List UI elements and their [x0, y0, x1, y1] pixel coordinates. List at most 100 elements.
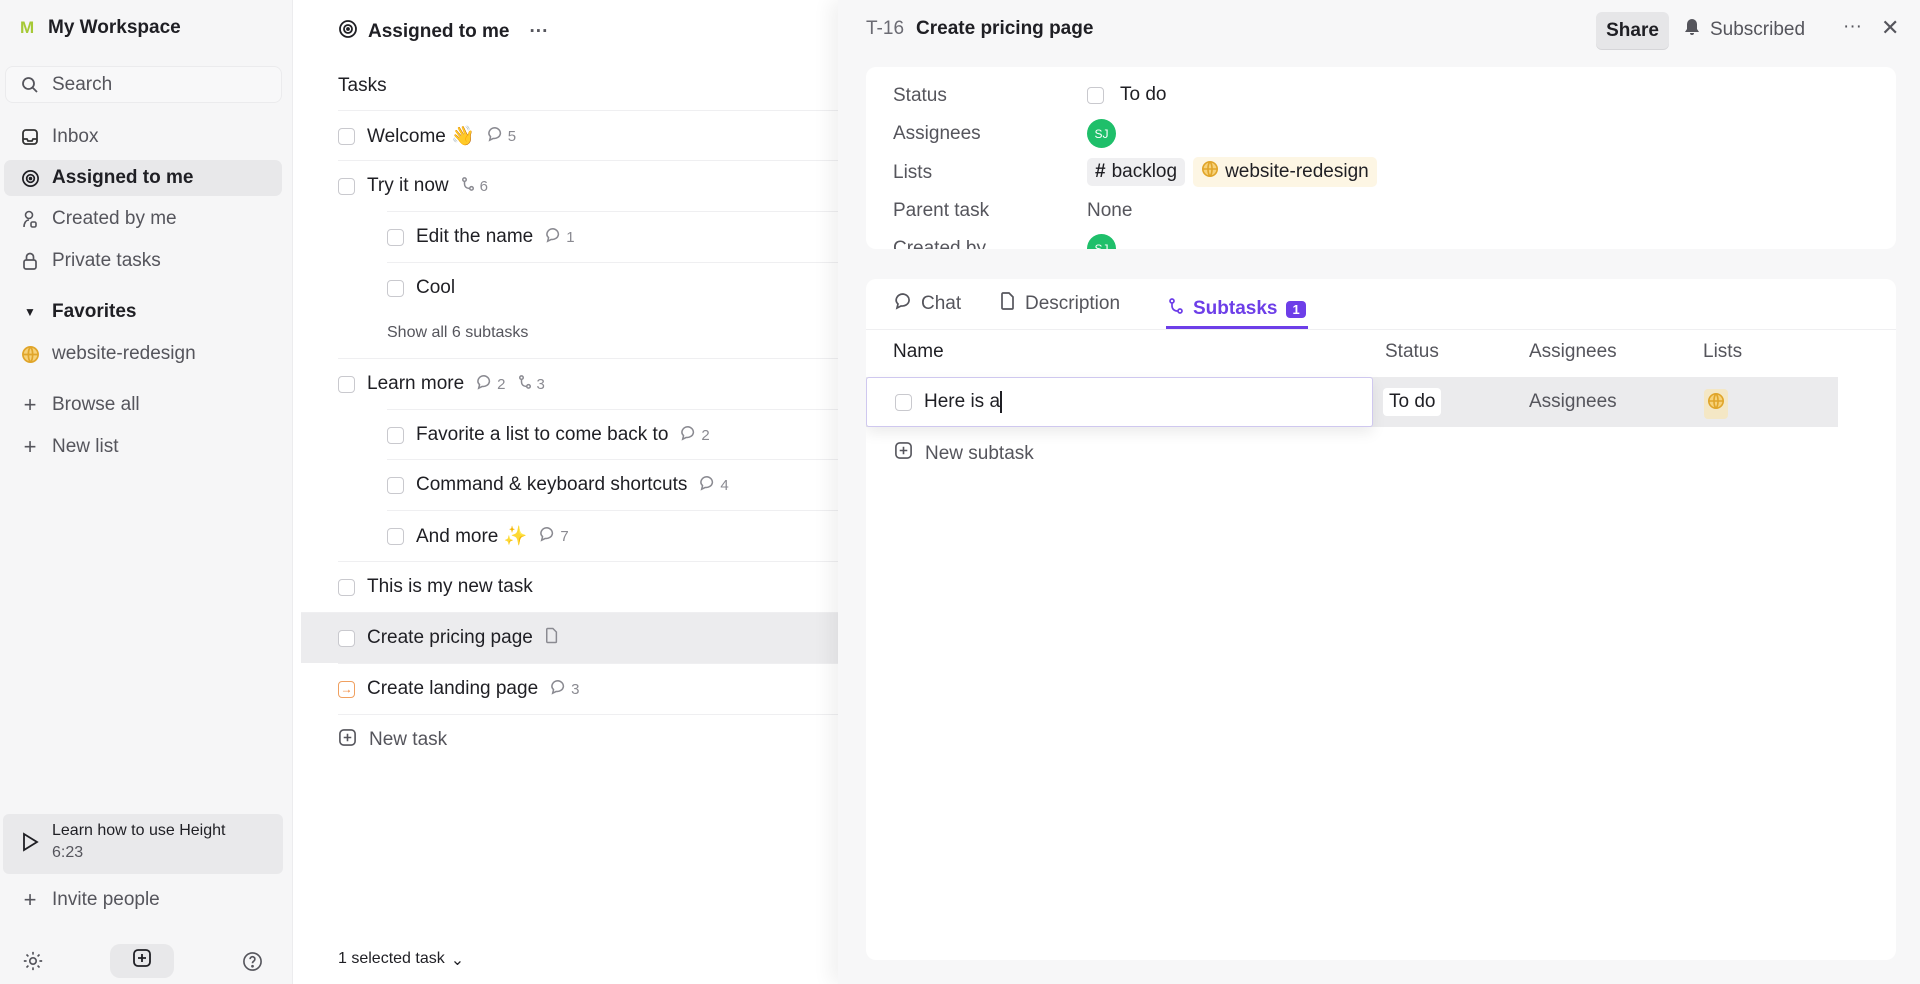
chat-icon [894, 292, 912, 316]
avatar: SJ [1087, 234, 1116, 249]
task-row[interactable]: Edit the name 1 [387, 211, 838, 262]
checkbox[interactable] [338, 127, 355, 145]
subscribe-button[interactable]: Subscribed [1684, 18, 1805, 42]
task-row[interactable]: Learn more 2 3 [338, 358, 838, 409]
task-row[interactable]: → Create landing page 3 [338, 663, 838, 714]
properties-card: Status To do Assignees SJ Lists # backlog… [866, 67, 1896, 249]
learn-video-card[interactable]: Learn how to use Height 6:23 [3, 814, 283, 874]
checkbox[interactable] [387, 228, 404, 246]
more-icon[interactable]: ··· [1843, 16, 1862, 38]
tab-subtasks[interactable]: Subtasks 1 [1166, 292, 1308, 329]
checkbox[interactable] [338, 578, 355, 596]
list-chip-backlog[interactable]: # backlog [1087, 158, 1186, 186]
column-header-name[interactable]: Name [893, 341, 944, 363]
plus-icon: + [23, 434, 37, 459]
lists-field[interactable]: # backlog website-redesign [1087, 157, 1377, 187]
subtask-name-value: Here is a [924, 391, 1001, 412]
selection-dropdown[interactable]: 1 selected task ⌄ [338, 950, 464, 970]
checkbox[interactable] [387, 476, 404, 494]
sidebar-item-private[interactable]: Private tasks [4, 243, 282, 279]
parent-task-value[interactable]: None [1087, 200, 1132, 222]
checkbox[interactable] [338, 629, 355, 647]
task-row[interactable]: Command & keyboard shortcuts 4 [387, 459, 838, 510]
checkbox[interactable] [387, 426, 404, 444]
new-list-button[interactable]: + New list [4, 429, 282, 465]
task-name: Command & keyboard shortcuts [416, 474, 688, 495]
status-field[interactable]: To do [1087, 81, 1174, 109]
sidebar-item-label: Private tasks [52, 250, 161, 271]
settings-icon[interactable] [20, 948, 46, 974]
checkbox[interactable] [338, 177, 355, 195]
column-header-status[interactable]: Status [1385, 341, 1439, 363]
checkbox[interactable] [387, 279, 404, 297]
task-row[interactable]: Favorite a list to come back to 2 [387, 409, 838, 460]
favorites-label: Favorites [52, 301, 137, 322]
chat-icon [545, 227, 561, 247]
show-all-subtasks-link[interactable]: Show all 6 subtasks [387, 324, 528, 342]
new-task-button[interactable]: New task [338, 714, 838, 765]
detail-header: T-16 Create pricing page [866, 18, 1093, 40]
sidebar-item-created[interactable]: Created by me [4, 201, 282, 237]
checkbox[interactable] [1087, 86, 1104, 104]
list-chip-website-redesign[interactable]: website-redesign [1193, 157, 1377, 187]
task-row[interactable]: Try it now 6 [338, 160, 838, 211]
subtask-assignees[interactable]: Assignees [1529, 391, 1617, 413]
task-row[interactable]: Welcome 👋 5 [338, 110, 838, 161]
search-button[interactable]: Search [5, 66, 282, 103]
hash-icon: # [1095, 161, 1106, 182]
plus-square-icon [894, 441, 913, 466]
play-icon [21, 832, 39, 857]
task-name: Cool [416, 277, 456, 298]
column-header-lists[interactable]: Lists [1703, 341, 1742, 363]
task-row[interactable]: This is my new task [338, 561, 838, 612]
chat-icon [550, 679, 566, 699]
subtask-status[interactable]: To do [1383, 388, 1442, 416]
assignees-label: Assignees [893, 123, 981, 144]
task-name: This is my new task [367, 576, 533, 597]
task-title[interactable]: Create pricing page [916, 18, 1093, 40]
favorites-toggle[interactable]: ▼ Favorites [4, 294, 282, 330]
subtask-row[interactable]: Here is a To do Assignees [866, 377, 1838, 427]
chat-icon [680, 425, 696, 445]
subtasks-icon [1168, 297, 1184, 321]
checkbox[interactable] [895, 393, 912, 411]
checkbox[interactable] [338, 375, 355, 393]
browse-all-button[interactable]: + Browse all [4, 387, 282, 423]
sidebar-item-assigned[interactable]: Assigned to me [4, 160, 282, 196]
arrow-right-icon: → [338, 680, 355, 698]
task-row[interactable]: Create pricing page [301, 612, 838, 663]
subtask-count: 6 [461, 176, 488, 196]
sidebar-item-website-redesign[interactable]: website-redesign [4, 336, 282, 372]
parent-task-label: Parent task [893, 200, 990, 221]
tabs-card: Chat Description Subtasks 1 Name Status A… [866, 279, 1896, 960]
chat-icon [487, 126, 503, 146]
share-button[interactable]: Share [1596, 12, 1669, 49]
browse-all-label: Browse all [52, 394, 140, 415]
comment-count: 1 [545, 227, 575, 247]
user-icon [20, 210, 40, 229]
avatar: SJ [1087, 119, 1116, 148]
sidebar-item-label: Assigned to me [52, 167, 194, 188]
tab-description[interactable]: Description [1000, 292, 1120, 316]
task-name: Create landing page [367, 678, 539, 699]
subtask-name-input[interactable]: Here is a [866, 377, 1373, 427]
assignees-field[interactable]: SJ [1087, 119, 1116, 148]
new-subtask-button[interactable]: New subtask [894, 441, 1034, 466]
task-name: Welcome 👋 [367, 126, 475, 147]
globe-icon [1201, 160, 1219, 184]
list-chip-label: website-redesign [1225, 161, 1369, 182]
subtask-lists[interactable] [1704, 389, 1728, 419]
column-header-assignees[interactable]: Assignees [1529, 341, 1617, 363]
close-icon[interactable]: ✕ [1881, 15, 1899, 41]
task-row[interactable]: And more ✨ 7 [387, 510, 838, 561]
checkbox[interactable] [387, 527, 404, 545]
help-icon[interactable] [239, 948, 265, 974]
sidebar-item-inbox[interactable]: Inbox [4, 119, 282, 155]
tab-chat[interactable]: Chat [894, 292, 961, 316]
more-icon[interactable]: ··· [529, 21, 548, 43]
comment-count: 4 [699, 475, 729, 495]
workspace-switcher[interactable]: M My Workspace [20, 17, 181, 39]
create-task-button[interactable] [110, 944, 174, 978]
invite-people-button[interactable]: + Invite people [4, 882, 282, 918]
task-row[interactable]: Cool [387, 262, 838, 313]
